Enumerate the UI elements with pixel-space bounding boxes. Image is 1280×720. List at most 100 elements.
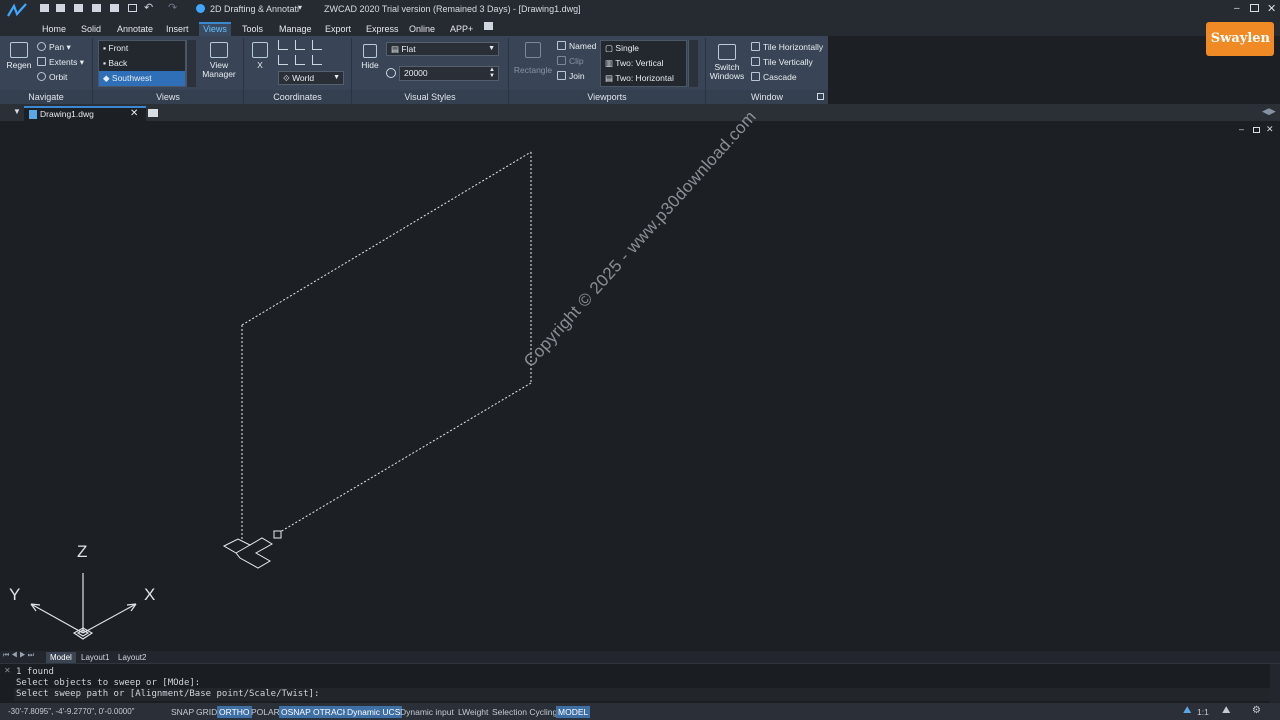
pan-label: Pan: [49, 42, 65, 52]
open-icon[interactable]: [56, 4, 65, 12]
annotation-visibility-icon[interactable]: ⛰: [1222, 705, 1230, 716]
command-close-icon[interactable]: ✕: [4, 666, 11, 675]
lweight-toggle[interactable]: LWeight: [456, 706, 490, 718]
command-window[interactable]: ✕ 1 found Select objects to sweep or [MO…: [0, 663, 1280, 704]
redo-icon[interactable]: ↷: [168, 1, 177, 14]
command-input[interactable]: Select sweep path or [Alignment/Base poi…: [14, 688, 1270, 701]
gear-icon[interactable]: ⚙: [1252, 705, 1261, 716]
ucs-view-icon[interactable]: [278, 55, 288, 65]
view-front[interactable]: ▪ Front: [99, 41, 185, 56]
viewport-two-vertical[interactable]: ▥ Two: Vertical: [601, 56, 686, 71]
layout-nav-icon[interactable]: ⏮ ◀ ▶ ⏭: [3, 652, 34, 660]
tab-menu-icon[interactable]: ▼: [13, 107, 21, 116]
model-geometry: [30, 151, 532, 640]
ucs-y-label: Y: [9, 585, 21, 604]
workspace-dropdown-icon[interactable]: ▾: [298, 3, 302, 12]
annotation-scale-icon[interactable]: ⛰: [1183, 705, 1191, 716]
visual-style-combo[interactable]: ▤ Flat ▼: [386, 42, 499, 56]
polar-toggle[interactable]: POLAR: [249, 706, 282, 718]
tab-annotate[interactable]: Annotate: [114, 22, 156, 36]
plot-icon[interactable]: [128, 4, 137, 12]
tile-vertically-button[interactable]: Tile Vertically: [751, 56, 813, 68]
tab-manage[interactable]: Manage: [276, 22, 315, 36]
new-icon[interactable]: [40, 4, 49, 12]
clip-viewport-button[interactable]: Clip: [557, 55, 584, 67]
pan-button[interactable]: Pan ▾: [37, 41, 71, 53]
drawing-canvas[interactable]: – ✕ Z Y X: [0, 121, 1280, 651]
tab-export[interactable]: Export: [322, 22, 354, 36]
tab-scroll-icon[interactable]: ◀▶: [1262, 106, 1276, 117]
ucs-origin-icon[interactable]: [278, 40, 288, 50]
viewport-single[interactable]: ▢ Single: [601, 41, 686, 56]
model-toggle[interactable]: MODEL: [556, 706, 591, 718]
ucs-zaxis-icon[interactable]: [295, 40, 305, 50]
snap-toggle[interactable]: SNAP: [169, 706, 196, 718]
new-tab-icon[interactable]: [148, 109, 158, 117]
ribbon-minimize-icon[interactable]: [484, 22, 493, 30]
ucs-face-icon[interactable]: [312, 55, 322, 65]
switch-windows-button[interactable]: Switch Windows: [709, 44, 745, 81]
tab-views[interactable]: Views: [199, 22, 231, 36]
extents-button[interactable]: Extents ▾: [37, 56, 84, 68]
dynamic-input-toggle[interactable]: Dynamic input: [398, 706, 456, 718]
undo-icon[interactable]: ↶: [144, 1, 153, 14]
document-tab[interactable]: Drawing1.dwg ✕: [24, 106, 146, 121]
window-title: ZWCAD 2020 Trial version (Remained 3 Day…: [324, 4, 581, 14]
dynamic-ucs-toggle[interactable]: Dynamic UCS: [345, 706, 403, 718]
chevron-down-icon: ▼: [488, 45, 495, 52]
ucs-world-label: World: [292, 73, 315, 83]
minimize-icon[interactable]: –: [1234, 3, 1240, 14]
named-viewport-button[interactable]: Named: [557, 40, 596, 52]
tile-horizontally-button[interactable]: Tile Horizontally: [751, 41, 823, 53]
view-manager-button[interactable]: View Manager: [200, 42, 238, 79]
save-as-icon[interactable]: [92, 4, 101, 12]
tab-tools[interactable]: Tools: [239, 22, 266, 36]
spinner-icon[interactable]: ▲ ▼: [489, 67, 495, 79]
selection-cycling-toggle[interactable]: Selection Cycling: [490, 706, 559, 718]
tab-insert[interactable]: Insert: [163, 22, 192, 36]
view-southwest-label: Southwest: [111, 73, 152, 83]
views-scrollbar[interactable]: [186, 40, 196, 87]
grip-square[interactable]: [273, 530, 282, 539]
tab-online[interactable]: Online: [406, 22, 438, 36]
grid-toggle[interactable]: GRID: [194, 706, 219, 718]
tab-solid[interactable]: Solid: [78, 22, 104, 36]
ucs-x-button[interactable]: X: [249, 42, 271, 70]
views-list[interactable]: ▪ Front ▪ Back ◆ Southwest: [98, 40, 186, 87]
zwcad-logo-icon[interactable]: [6, 2, 28, 20]
viewport-list-scrollbar[interactable]: [688, 40, 698, 87]
ortho-toggle[interactable]: ORTHO: [217, 706, 252, 718]
view-back[interactable]: ▪ Back: [99, 56, 185, 71]
viewport-two-horizontal[interactable]: ▤ Two: Horizontal: [601, 71, 686, 86]
ucs-world-combo[interactable]: ⟐ World ▼: [278, 71, 344, 85]
orbit-button[interactable]: Orbit: [37, 71, 67, 83]
osnap-toggle[interactable]: OSNAP: [279, 706, 313, 718]
tab-app[interactable]: APP+: [447, 22, 476, 36]
viewport-config-list[interactable]: ▢ Single ▥ Two: Vertical ▤ Two: Horizont…: [600, 40, 687, 87]
maximize-icon[interactable]: [1250, 4, 1259, 12]
tab-home[interactable]: Home: [39, 22, 69, 36]
facet-value-input[interactable]: 20000 ▲ ▼: [399, 66, 499, 81]
sweep-path-shape[interactable]: [222, 537, 273, 569]
layout-tab-layout2[interactable]: Layout2: [114, 652, 150, 663]
print-icon[interactable]: [110, 4, 119, 12]
close-icon[interactable]: ✕: [1267, 2, 1276, 15]
workspace-selector[interactable]: 2D Drafting & Annotati: [210, 4, 299, 14]
ucs-object-icon[interactable]: [295, 55, 305, 65]
annotation-scale[interactable]: 1:1: [1195, 706, 1211, 718]
view-southwest[interactable]: ◆ Southwest: [99, 71, 185, 86]
close-tab-icon[interactable]: ✕: [130, 108, 138, 120]
save-icon[interactable]: [74, 4, 83, 12]
sweep-profile-rectangle[interactable]: [241, 151, 532, 541]
regen-button[interactable]: Regen: [6, 42, 32, 70]
layout-tab-layout1[interactable]: Layout1: [77, 652, 113, 663]
command-scrollbar[interactable]: [1270, 664, 1280, 704]
rectangle-viewport-button[interactable]: Rectangle: [513, 42, 553, 75]
dialog-launcher-icon[interactable]: [817, 93, 824, 100]
join-viewport-button[interactable]: Join: [557, 70, 585, 82]
layout-tab-model[interactable]: Model: [46, 652, 76, 663]
ucs-3point-icon[interactable]: [312, 40, 322, 50]
tab-express[interactable]: Express: [363, 22, 402, 36]
hide-button[interactable]: Hide: [358, 44, 382, 70]
cascade-button[interactable]: Cascade: [751, 71, 797, 83]
